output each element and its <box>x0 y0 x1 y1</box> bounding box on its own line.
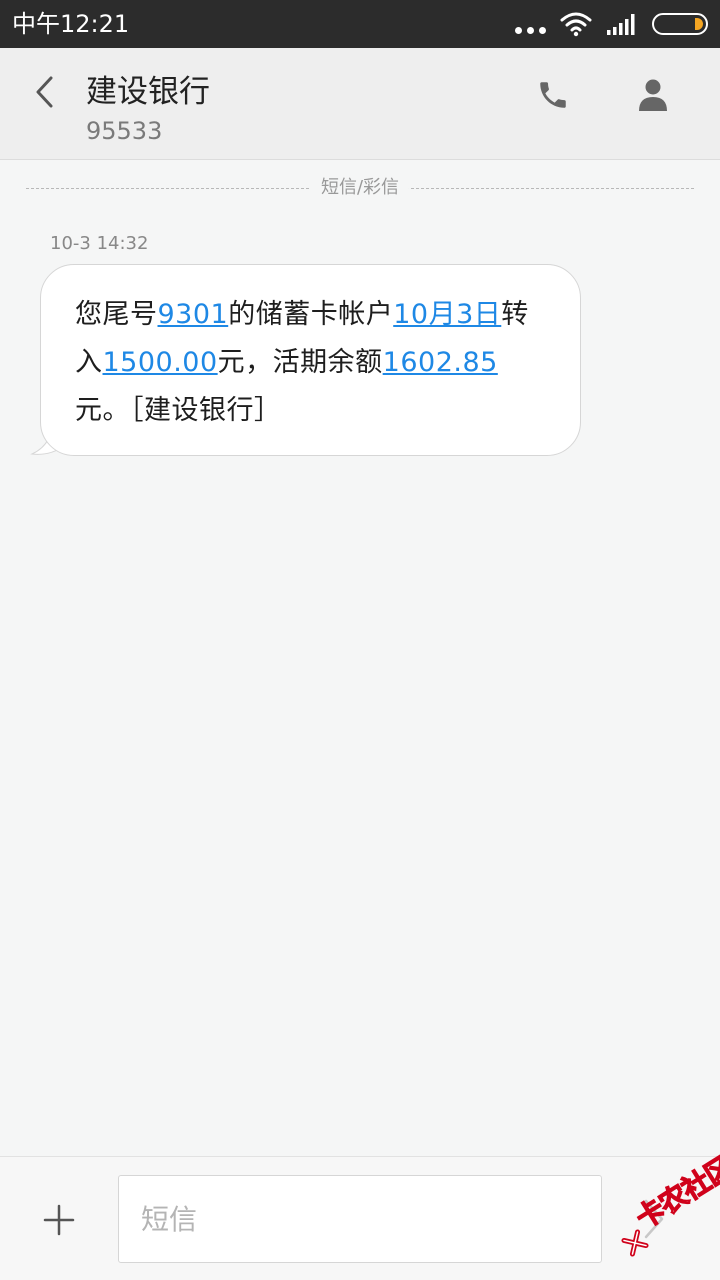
person-icon <box>639 79 667 111</box>
call-button[interactable] <box>530 72 576 118</box>
message-text-segment: 元。［建设银行］ <box>75 395 282 426</box>
message-link[interactable]: 1500.00 <box>103 347 218 378</box>
message-input[interactable] <box>119 1176 601 1262</box>
message-link[interactable]: 9301 <box>158 299 229 330</box>
contact-number: 95533 <box>86 117 163 145</box>
conversation-header: 建设银行 95533 <box>0 48 720 160</box>
message-timestamp: 10-3 14:32 <box>50 233 149 254</box>
message-input-box[interactable] <box>118 1175 602 1263</box>
message-bubble-wrapper: 您尾号9301的储蓄卡帐户10月3日转入1500.00元，活期余额1602.85… <box>28 264 584 460</box>
battery-icon <box>652 13 708 35</box>
plus-icon <box>43 1204 75 1236</box>
message-text-segment: 您尾号 <box>75 299 158 330</box>
contact-details-button[interactable] <box>630 72 676 118</box>
phone-icon <box>540 82 566 108</box>
status-time: 中午12:21 <box>12 10 130 38</box>
status-icons <box>515 10 708 38</box>
watermark: 卡农社区 <box>612 1149 720 1272</box>
add-attachment-button[interactable] <box>38 1199 80 1241</box>
divider-label: 短信/彩信 <box>310 176 410 200</box>
message-text-segment: 元，活期余额 <box>217 347 383 378</box>
message-link[interactable]: 10月3日 <box>393 299 501 330</box>
status-bar: 中午12:21 <box>0 0 720 48</box>
signal-icon <box>607 14 635 35</box>
contact-name: 建设银行 <box>86 74 210 110</box>
wifi-icon <box>560 12 592 37</box>
message-text: 您尾号9301的储蓄卡帐户10月3日转入1500.00元，活期余额1602.85… <box>75 291 550 435</box>
more-dots-icon <box>515 26 546 34</box>
chevron-left-icon <box>36 76 53 108</box>
message-type-divider: 短信/彩信 <box>26 176 694 200</box>
message-bubble[interactable]: 您尾号9301的储蓄卡帐户10月3日转入1500.00元，活期余额1602.85… <box>40 264 581 456</box>
message-text-segment: 的储蓄卡帐户 <box>228 299 394 330</box>
message-link[interactable]: 1602.85 <box>383 347 498 378</box>
back-button[interactable] <box>24 70 64 114</box>
